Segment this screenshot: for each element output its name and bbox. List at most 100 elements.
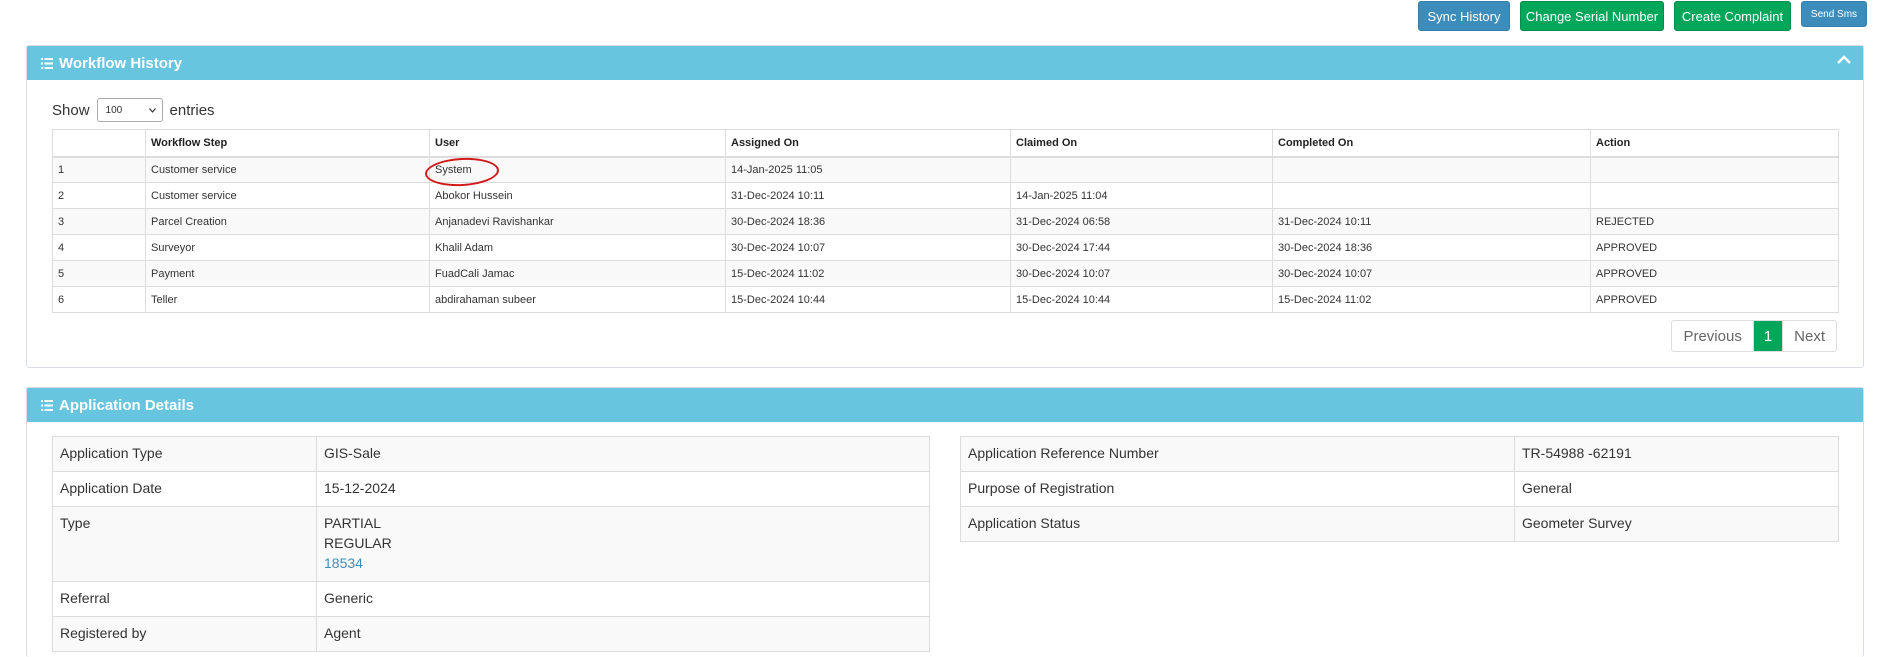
completed-on-cell: [1272, 182, 1591, 209]
claimed-on-cell: [1010, 156, 1273, 183]
next-page-button[interactable]: Next: [1782, 321, 1836, 351]
action-status-approved: APPROVED: [1590, 286, 1839, 313]
column-header[interactable]: Assigned On: [725, 129, 1011, 158]
send-sms-button[interactable]: Send Sms: [1801, 1, 1867, 27]
assigned-on-cell: 15-Dec-2024 10:44: [725, 286, 1011, 313]
detail-label: Registered by: [52, 616, 317, 652]
detail-label: Application Reference Number: [960, 436, 1515, 472]
column-header[interactable]: Action: [1590, 129, 1839, 158]
application-details-header[interactable]: Application Details: [27, 388, 1863, 422]
assigned-on-cell: 14-Jan-2025 11:05: [725, 156, 1011, 183]
previous-page-button[interactable]: Previous: [1672, 321, 1754, 351]
completed-on-cell: [1272, 156, 1591, 183]
user-cell: Abokor Hussein: [429, 182, 726, 209]
table-row: 6 Teller abdirahaman subeer 15-Dec-2024 …: [52, 286, 1839, 313]
type-reference-link[interactable]: 18534: [324, 553, 922, 573]
pagination: Previous 1 Next: [1671, 320, 1837, 352]
user-cell: Anjanadevi Ravishankar: [429, 208, 726, 235]
detail-label: Purpose of Registration: [960, 471, 1515, 507]
page-size-value: 100: [105, 104, 123, 116]
detail-value: GIS-Sale: [316, 436, 930, 472]
workflow-step-cell: Customer service: [145, 182, 430, 209]
assigned-on-cell: 15-Dec-2024 11:02: [725, 260, 1011, 287]
detail-value: Generic: [316, 581, 930, 617]
detail-row: Application Type GIS-Sale: [52, 436, 930, 472]
row-number: 3: [52, 208, 146, 235]
list-icon: [41, 57, 53, 69]
top-toolbar: Sync History Change Serial Number Create…: [0, 0, 1880, 36]
detail-row: Application Status Geometer Survey: [960, 506, 1839, 542]
type-line: REGULAR: [324, 535, 392, 551]
workflow-step-cell: Surveyor: [145, 234, 430, 261]
user-cell: abdirahaman subeer: [429, 286, 726, 313]
column-header[interactable]: [52, 129, 146, 158]
row-number: 4: [52, 234, 146, 261]
show-label: Show: [52, 101, 90, 119]
application-details-right-table: Application Reference Number TR-54988 -6…: [960, 436, 1839, 542]
detail-value: Agent: [316, 616, 930, 652]
assigned-on-cell: 30-Dec-2024 10:07: [725, 234, 1011, 261]
detail-label: Application Type: [52, 436, 317, 472]
claimed-on-cell: 14-Jan-2025 11:04: [1010, 182, 1273, 209]
detail-label: Referral: [52, 581, 317, 617]
claimed-on-cell: 15-Dec-2024 10:44: [1010, 286, 1273, 313]
column-header[interactable]: Workflow Step: [145, 129, 430, 158]
workflow-step-cell: Payment: [145, 260, 430, 287]
claimed-on-cell: 30-Dec-2024 10:07: [1010, 260, 1273, 287]
workflow-step-cell: Teller: [145, 286, 430, 313]
user-cell: System: [429, 156, 726, 183]
assigned-on-cell: 30-Dec-2024 18:36: [725, 208, 1011, 235]
completed-on-cell: 30-Dec-2024 18:36: [1272, 234, 1591, 261]
action-cell: [1590, 182, 1839, 209]
detail-value: General: [1514, 471, 1839, 507]
table-row: 5 Payment FuadCali Jamac 15-Dec-2024 11:…: [52, 260, 1839, 287]
create-complaint-button[interactable]: Create Complaint: [1674, 1, 1791, 31]
workflow-history-header[interactable]: Workflow History: [27, 46, 1863, 80]
action-cell: [1590, 156, 1839, 183]
assigned-on-cell: 31-Dec-2024 10:11: [725, 182, 1011, 209]
column-header[interactable]: Claimed On: [1010, 129, 1273, 158]
table-header-row: Workflow Step User Assigned On Claimed O…: [52, 129, 1839, 158]
column-header[interactable]: User: [429, 129, 726, 158]
workflow-step-cell: Parcel Creation: [145, 208, 430, 235]
detail-row: Registered by Agent: [52, 616, 930, 652]
page-1-button[interactable]: 1: [1753, 321, 1783, 351]
row-number: 1: [52, 156, 146, 183]
detail-row: Application Reference Number TR-54988 -6…: [960, 436, 1839, 472]
page-size-select[interactable]: 100: [96, 98, 163, 122]
user-cell: Khalil Adam: [429, 234, 726, 261]
entries-label: entries: [169, 101, 215, 119]
table-row: 3 Parcel Creation Anjanadevi Ravishankar…: [52, 208, 1839, 235]
detail-row: Application Date 15-12-2024: [52, 471, 930, 507]
sync-history-button[interactable]: Sync History: [1418, 1, 1510, 31]
workflow-step-cell: Customer service: [145, 156, 430, 183]
show-entries-control: Show 100 entries: [52, 98, 215, 122]
action-status-rejected: REJECTED: [1590, 208, 1839, 235]
type-line: PARTIAL: [324, 515, 382, 531]
application-details-panel: Application Details Application Type GIS…: [26, 387, 1864, 657]
change-serial-number-button[interactable]: Change Serial Number: [1520, 1, 1664, 31]
application-details-left-table: Application Type GIS-Sale Application Da…: [52, 436, 930, 652]
table-row: 2 Customer service Abokor Hussein 31-Dec…: [52, 182, 1839, 209]
detail-row: Type PARTIAL REGULAR 18534: [52, 506, 930, 582]
detail-value: 15-12-2024: [316, 471, 930, 507]
table-row: 4 Surveyor Khalil Adam 30-Dec-2024 10:07…: [52, 234, 1839, 261]
detail-value: TR-54988 -62191: [1514, 436, 1839, 472]
row-number: 5: [52, 260, 146, 287]
detail-row: Purpose of Registration General: [960, 471, 1839, 507]
list-icon: [41, 399, 53, 411]
completed-on-cell: 30-Dec-2024 10:07: [1272, 260, 1591, 287]
claimed-on-cell: 30-Dec-2024 17:44: [1010, 234, 1273, 261]
workflow-history-panel: Workflow History Show 100 entries Workfl…: [26, 45, 1864, 368]
detail-row: Referral Generic: [52, 581, 930, 617]
action-status-approved: APPROVED: [1590, 260, 1839, 287]
user-name: System: [435, 163, 472, 176]
column-header[interactable]: Completed On: [1272, 129, 1591, 158]
completed-on-cell: 15-Dec-2024 11:02: [1272, 286, 1591, 313]
chevron-up-icon[interactable]: [1837, 52, 1851, 70]
user-cell: FuadCali Jamac: [429, 260, 726, 287]
table-row: 1 Customer service System 14-Jan-2025 11…: [52, 156, 1839, 183]
detail-label: Application Date: [52, 471, 317, 507]
chevron-down-icon: [148, 105, 156, 116]
detail-label: Type: [52, 506, 317, 582]
